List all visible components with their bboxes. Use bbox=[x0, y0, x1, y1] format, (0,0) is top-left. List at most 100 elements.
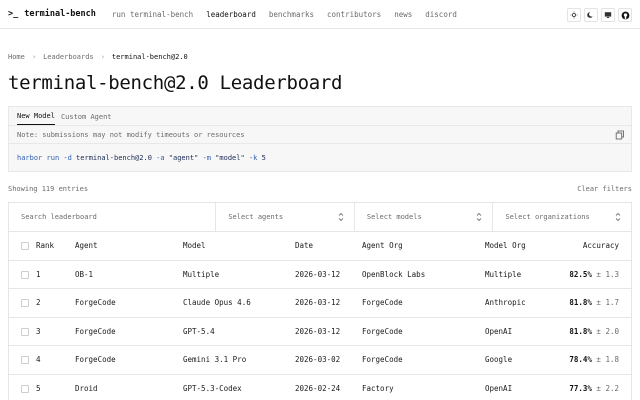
row-checkbox[interactable] bbox=[21, 384, 29, 393]
agents-select-label: Select agents bbox=[228, 213, 284, 221]
header-model[interactable]: Model bbox=[183, 241, 206, 250]
cell-rank: 1 bbox=[36, 269, 41, 279]
theme-controls bbox=[567, 8, 632, 22]
nav-link-news[interactable]: news bbox=[394, 10, 412, 19]
tab-new-model[interactable]: New Model bbox=[17, 112, 55, 125]
cell-date: 2026-03-02 bbox=[295, 355, 341, 365]
search-input[interactable]: Search leaderboard bbox=[9, 203, 217, 231]
cmd-flag-m: -m bbox=[202, 153, 211, 162]
accuracy-value: 77.3% bbox=[569, 383, 592, 393]
cell-date: 2026-03-12 bbox=[295, 326, 341, 336]
cmd-run: run bbox=[46, 153, 60, 162]
cmd-agent: "agent" bbox=[168, 153, 199, 162]
accuracy-error: ± 1.3 bbox=[596, 269, 619, 279]
agents-select[interactable]: Select agents bbox=[216, 203, 355, 231]
sun-icon[interactable] bbox=[567, 8, 581, 22]
table-row[interactable]: 5 Droid GPT-5.3-Codex 2026-02-24 Factory… bbox=[9, 375, 631, 400]
organizations-select[interactable]: Select organizations bbox=[493, 203, 631, 231]
nav-link-benchmarks[interactable]: benchmarks bbox=[269, 10, 314, 19]
cmd-model: "model" bbox=[215, 153, 245, 162]
cell-model: GPT-5.4 bbox=[183, 326, 215, 336]
moon-icon[interactable] bbox=[584, 8, 598, 22]
cell-model-org: Anthropic bbox=[485, 298, 526, 308]
table-row[interactable]: 4 ForgeCode Gemini 3.1 Pro 2026-03-02 Fo… bbox=[9, 346, 631, 375]
cell-model: Gemini 3.1 Pro bbox=[183, 355, 247, 365]
cell-model-org: Google bbox=[485, 355, 513, 365]
cell-model: Multiple bbox=[183, 269, 220, 279]
cell-date: 2026-02-24 bbox=[295, 383, 341, 393]
cmd-flag-k: -k bbox=[248, 153, 258, 162]
cell-rank: 3 bbox=[36, 326, 41, 336]
table-row[interactable]: 2 ForgeCode Claude Opus 4.6 2026-03-12 F… bbox=[9, 289, 631, 318]
github-icon[interactable] bbox=[618, 8, 632, 22]
breadcrumb-home[interactable]: Home bbox=[8, 53, 25, 61]
header-agent-org[interactable]: Agent Org bbox=[362, 241, 403, 250]
command-box: New Model Custom Agent Note: submissions… bbox=[8, 106, 632, 172]
chevron-updown-icon bbox=[477, 212, 482, 222]
terminal-prompt-icon: >_ bbox=[8, 9, 19, 19]
select-all-checkbox[interactable] bbox=[21, 242, 29, 250]
copy-icon[interactable] bbox=[615, 130, 625, 140]
note-text: Note: submissions may not modify timeout… bbox=[17, 130, 245, 139]
cell-rank: 2 bbox=[36, 298, 41, 308]
header-rank[interactable]: Rank bbox=[36, 241, 54, 250]
cell-agent-org: OpenBlock Labs bbox=[362, 269, 426, 279]
cell-rank: 5 bbox=[36, 383, 41, 393]
chevron-updown-icon bbox=[615, 212, 621, 222]
nav-link-discord[interactable]: discord bbox=[425, 10, 457, 19]
cell-agent: Droid bbox=[75, 383, 98, 393]
cell-date: 2026-03-12 bbox=[295, 269, 341, 279]
table-row[interactable]: 3 ForgeCode GPT-5.4 2026-03-12 ForgeCode… bbox=[9, 318, 631, 346]
organizations-select-label: Select organizations bbox=[505, 213, 590, 221]
cell-agent: OB-1 bbox=[75, 269, 94, 279]
nav-link-leaderboard[interactable]: leaderboard bbox=[206, 10, 256, 19]
entries-count: Showing 119 entries bbox=[8, 185, 89, 193]
cmd-harbor: harbor bbox=[17, 153, 43, 162]
top-nav: >_ terminal-bench run terminal-bench lea… bbox=[0, 0, 640, 29]
table-row[interactable]: 1 OB-1 Multiple 2026-03-12 OpenBlock Lab… bbox=[9, 261, 631, 289]
cell-accuracy: 82.5% ± 1.3 bbox=[569, 270, 619, 279]
nav-link-contributors[interactable]: contributors bbox=[327, 10, 381, 19]
models-select[interactable]: Select models bbox=[355, 203, 494, 231]
tab-custom-agent[interactable]: Custom Agent bbox=[61, 113, 112, 125]
row-checkbox[interactable] bbox=[21, 356, 29, 364]
cell-agent: ForgeCode bbox=[75, 355, 116, 365]
table-header: Rank Agent Model Date Agent Org Model Or… bbox=[9, 232, 631, 261]
cmd-flag-d: -d bbox=[63, 153, 72, 162]
accuracy-error: ± 1.8 bbox=[596, 355, 619, 365]
chevron-right-icon: › bbox=[100, 53, 105, 61]
accuracy-value: 81.8% bbox=[569, 326, 592, 336]
cell-date: 2026-03-12 bbox=[295, 298, 341, 308]
monitor-icon[interactable] bbox=[601, 8, 615, 22]
cell-agent-org: ForgeCode bbox=[362, 326, 403, 336]
header-date[interactable]: Date bbox=[295, 241, 313, 250]
header-accuracy[interactable]: Accuracy bbox=[583, 241, 619, 250]
cell-agent-org: Factory bbox=[362, 383, 394, 393]
cell-agent-org: ForgeCode bbox=[362, 298, 403, 308]
command-note: Note: submissions may not modify timeout… bbox=[9, 126, 631, 144]
nav-links: run terminal-bench leaderboard benchmark… bbox=[112, 10, 470, 19]
header-model-org[interactable]: Model Org bbox=[485, 241, 526, 250]
header-agent[interactable]: Agent bbox=[75, 241, 98, 250]
clear-filters-button[interactable]: Clear filters bbox=[577, 185, 632, 193]
cell-model-org: OpenAI bbox=[485, 326, 513, 336]
command-line[interactable]: harbor run -d terminal-bench@2.0 -a "age… bbox=[9, 144, 631, 171]
page-title: terminal-bench@2.0 Leaderboard bbox=[8, 72, 343, 94]
accuracy-error: ± 1.7 bbox=[596, 298, 619, 308]
brand-logo[interactable]: >_ terminal-bench bbox=[8, 9, 96, 19]
cell-agent-org: ForgeCode bbox=[362, 355, 403, 365]
cmd-dataset: terminal-bench@2.0 bbox=[76, 153, 152, 162]
row-checkbox[interactable] bbox=[21, 270, 29, 279]
cell-accuracy: 81.8% ± 2.0 bbox=[569, 327, 619, 336]
accuracy-value: 82.5% bbox=[569, 269, 592, 279]
brand-name: terminal-bench bbox=[24, 9, 96, 19]
row-checkbox[interactable] bbox=[21, 327, 29, 336]
nav-link-run[interactable]: run terminal-bench bbox=[112, 10, 193, 19]
cell-agent: ForgeCode bbox=[75, 298, 116, 308]
chevron-updown-icon bbox=[338, 212, 344, 222]
chevron-right-icon: › bbox=[31, 53, 37, 61]
models-select-label: Select models bbox=[366, 213, 422, 221]
accuracy-error: ± 2.0 bbox=[596, 326, 619, 336]
breadcrumb-leaderboards[interactable]: Leaderboards bbox=[43, 53, 94, 61]
row-checkbox[interactable] bbox=[21, 299, 29, 307]
